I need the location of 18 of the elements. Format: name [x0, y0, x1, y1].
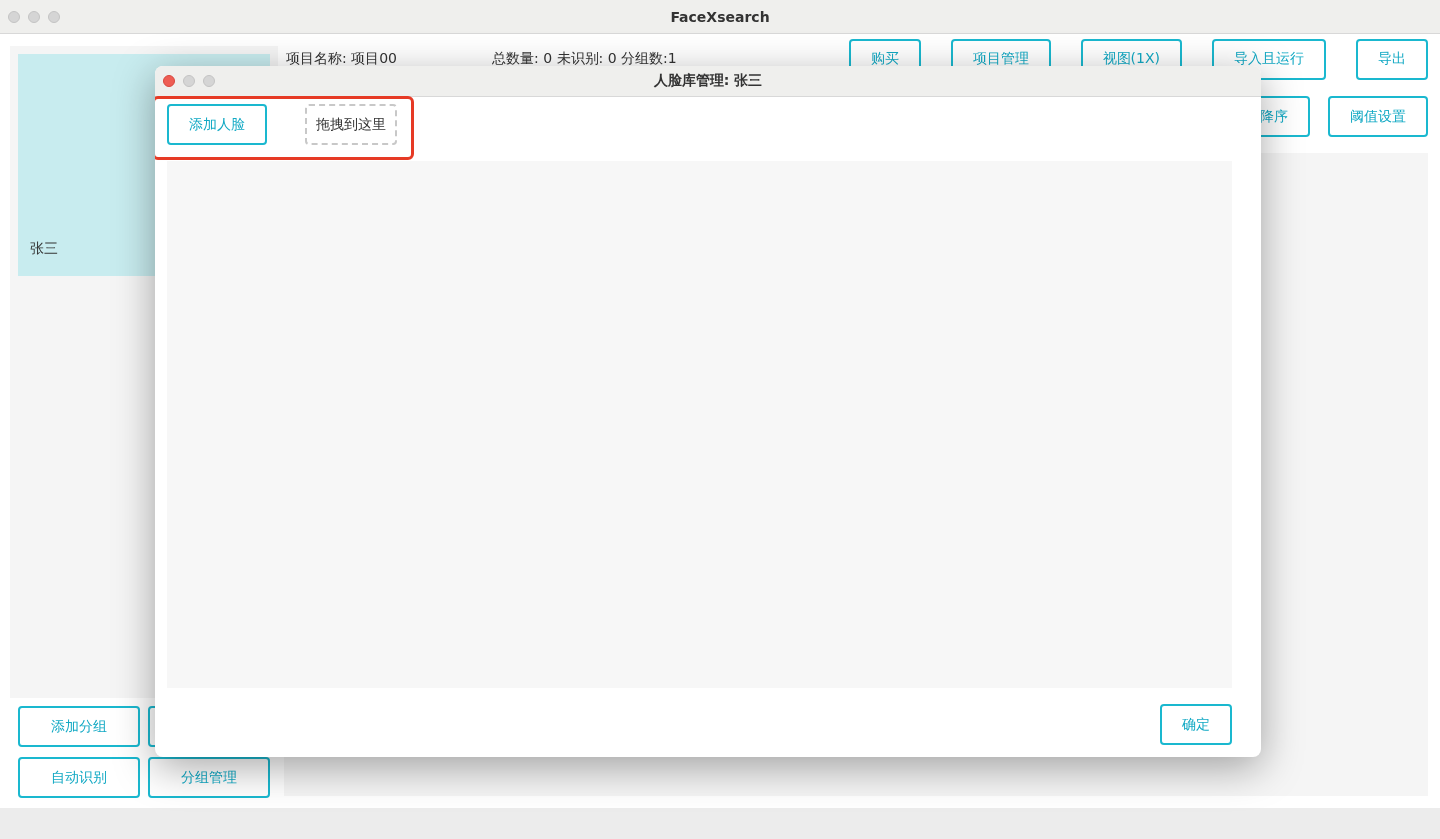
group-button[interactable]: 自动识别 — [18, 757, 140, 798]
dialog-title: 人脸库管理: 张三 — [653, 72, 763, 88]
add-face-button[interactable]: 添加人脸 — [167, 104, 267, 145]
group-button[interactable]: 分组管理 — [148, 757, 270, 798]
toolbar-button[interactable]: 导出 — [1356, 38, 1428, 80]
zoom-light[interactable] — [203, 75, 215, 87]
close-light[interactable] — [163, 75, 175, 87]
zoom-light[interactable] — [48, 10, 60, 23]
minimize-light[interactable] — [28, 10, 40, 23]
drop-zone[interactable]: 拖拽到这里 — [305, 104, 397, 145]
window-title: FaceXsearch — [670, 8, 770, 25]
confirm-button[interactable]: 确定 — [1160, 704, 1232, 745]
group-button[interactable]: 添加分组 — [18, 706, 140, 747]
stats-text: 总数量: 0 未识别: 0 分组数:1 — [492, 50, 677, 68]
close-light[interactable] — [8, 10, 20, 23]
project-name: 项目名称: 项目00 — [285, 50, 398, 68]
minimize-light[interactable] — [183, 75, 195, 87]
toolbar-button[interactable]: 阈值设置 — [1328, 96, 1428, 137]
